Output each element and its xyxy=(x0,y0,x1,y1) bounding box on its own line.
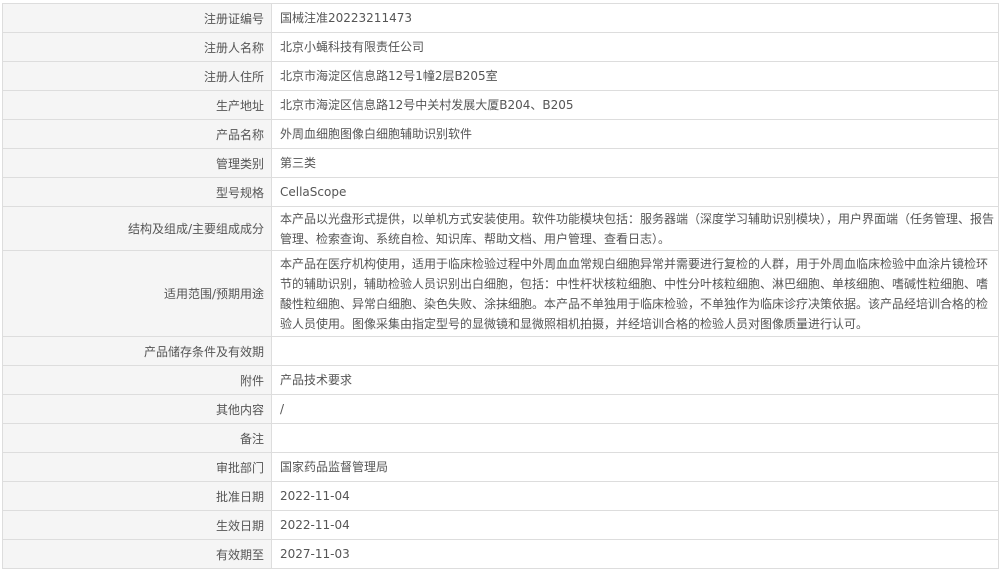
field-value: 2022-11-04 xyxy=(271,481,999,511)
field-value xyxy=(271,423,999,453)
field-value: 2027-11-03 xyxy=(271,539,999,569)
field-label: 注册人住所 xyxy=(2,61,272,91)
table-row: 其他内容 / xyxy=(2,394,999,424)
field-value: CellaScope xyxy=(271,177,999,207)
table-row: 批准日期 2022-11-04 xyxy=(2,481,999,511)
field-label: 其他内容 xyxy=(2,394,272,424)
field-label: 注册证编号 xyxy=(2,3,272,33)
field-label: 结构及组成/主要组成成分 xyxy=(2,206,272,251)
table-row: 注册人住所 北京市海淀区信息路12号1幢2层B205室 xyxy=(2,61,999,91)
field-value xyxy=(271,336,999,366)
table-row: 注册人名称 北京小蝇科技有限责任公司 xyxy=(2,32,999,62)
table-row: 附件 产品技术要求 xyxy=(2,365,999,395)
table-row: 有效期至 2027-11-03 xyxy=(2,539,999,569)
field-label: 生效日期 xyxy=(2,510,272,540)
field-label: 型号规格 xyxy=(2,177,272,207)
table-row: 产品储存条件及有效期 xyxy=(2,336,999,366)
field-value: 产品技术要求 xyxy=(271,365,999,395)
field-value: 北京小蝇科技有限责任公司 xyxy=(271,32,999,62)
field-label: 管理类别 xyxy=(2,148,272,178)
field-value: 国家药品监督管理局 xyxy=(271,452,999,482)
field-value: 外周血细胞图像白细胞辅助识别软件 xyxy=(271,119,999,149)
table-row: 型号规格 CellaScope xyxy=(2,177,999,207)
table-row: 管理类别 第三类 xyxy=(2,148,999,178)
field-value: 本产品在医疗机构使用，适用于临床检验过程中外周血血常规白细胞异常并需要进行复检的… xyxy=(271,250,999,337)
field-label: 产品名称 xyxy=(2,119,272,149)
table-row: 注册证编号 国械注准20223211473 xyxy=(2,3,999,33)
field-value: 北京市海淀区信息路12号中关村发展大厦B204、B205 xyxy=(271,90,999,120)
field-label: 批准日期 xyxy=(2,481,272,511)
field-value: 北京市海淀区信息路12号1幢2层B205室 xyxy=(271,61,999,91)
field-label: 审批部门 xyxy=(2,452,272,482)
field-label: 附件 xyxy=(2,365,272,395)
table-row: 生效日期 2022-11-04 xyxy=(2,510,999,540)
field-value: / xyxy=(271,394,999,424)
field-label: 注册人名称 xyxy=(2,32,272,62)
registration-info-table: 注册证编号 国械注准20223211473 注册人名称 北京小蝇科技有限责任公司… xyxy=(2,3,999,569)
field-value: 2022-11-04 xyxy=(271,510,999,540)
table-row: 备注 xyxy=(2,423,999,453)
field-label: 有效期至 xyxy=(2,539,272,569)
table-row: 适用范围/预期用途 本产品在医疗机构使用，适用于临床检验过程中外周血血常规白细胞… xyxy=(2,250,999,337)
field-label: 适用范围/预期用途 xyxy=(2,250,272,337)
table-row: 结构及组成/主要组成成分 本产品以光盘形式提供，以单机方式安装使用。软件功能模块… xyxy=(2,206,999,251)
field-label: 生产地址 xyxy=(2,90,272,120)
field-label: 备注 xyxy=(2,423,272,453)
field-value: 国械注准20223211473 xyxy=(271,3,999,33)
table-row: 产品名称 外周血细胞图像白细胞辅助识别软件 xyxy=(2,119,999,149)
field-value: 第三类 xyxy=(271,148,999,178)
field-label: 产品储存条件及有效期 xyxy=(2,336,272,366)
table-row: 生产地址 北京市海淀区信息路12号中关村发展大厦B204、B205 xyxy=(2,90,999,120)
table-row: 审批部门 国家药品监督管理局 xyxy=(2,452,999,482)
field-value: 本产品以光盘形式提供，以单机方式安装使用。软件功能模块包括：服务器端（深度学习辅… xyxy=(271,206,999,251)
